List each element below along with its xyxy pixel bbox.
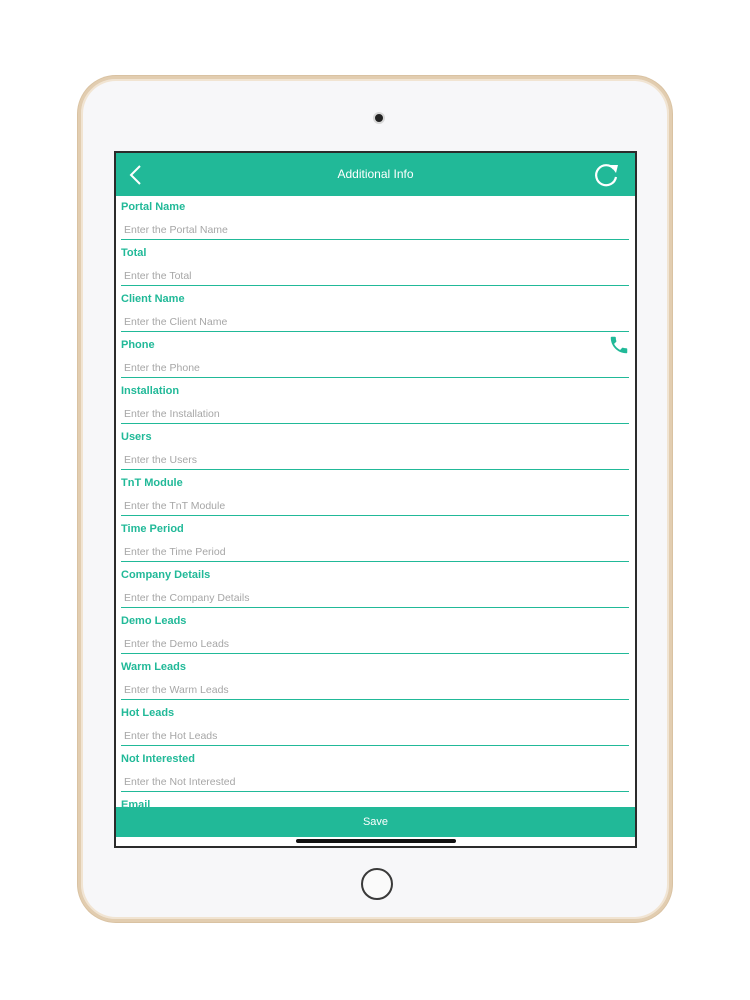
field-total: Total (116, 242, 635, 288)
home-indicator (296, 839, 456, 843)
field-label: Phone (121, 339, 155, 351)
field-label: Total (121, 247, 147, 259)
phone-input[interactable] (121, 358, 629, 378)
total-input[interactable] (121, 266, 629, 286)
field-time-period: Time Period (116, 518, 635, 564)
field-label: Company Details (121, 569, 211, 581)
field-label: Hot Leads (121, 707, 175, 719)
field-label: Time Period (121, 523, 184, 535)
field-label: Not Interested (121, 753, 195, 765)
home-button[interactable] (361, 868, 393, 900)
field-users: Users (116, 426, 635, 472)
navigation-bar: Additional Info (116, 153, 635, 196)
field-demo-leads: Demo Leads (116, 610, 635, 656)
hot-leads-input[interactable] (121, 726, 629, 746)
tnt-module-input[interactable] (121, 496, 629, 516)
not-interested-input[interactable] (121, 772, 629, 792)
field-tnt-module: TnT Module (116, 472, 635, 518)
field-hot-leads: Hot Leads (116, 702, 635, 748)
field-label: Email (121, 799, 151, 807)
field-client-name: Client Name (116, 288, 635, 334)
warm-leads-input[interactable] (121, 680, 629, 700)
company-details-input[interactable] (121, 588, 629, 608)
field-label: Warm Leads (121, 661, 187, 673)
demo-leads-input[interactable] (121, 634, 629, 654)
field-label: Demo Leads (121, 615, 187, 627)
time-period-input[interactable] (121, 542, 629, 562)
field-label: TnT Module (121, 477, 183, 489)
users-input[interactable] (121, 450, 629, 470)
app-screen: Additional Info Portal Name Total Client… (114, 151, 637, 848)
field-not-interested: Not Interested (116, 748, 635, 794)
field-warm-leads: Warm Leads (116, 656, 635, 702)
field-label: Client Name (121, 293, 185, 305)
field-label: Portal Name (121, 201, 186, 213)
page-title: Additional Info (337, 167, 414, 181)
camera-icon (375, 114, 383, 122)
field-portal-name: Portal Name (116, 196, 635, 242)
save-button[interactable]: Save (116, 807, 635, 837)
client-name-input[interactable] (121, 312, 629, 332)
refresh-icon[interactable] (592, 161, 620, 189)
field-email: Email (116, 794, 635, 807)
field-label: Installation (121, 385, 180, 397)
phone-icon[interactable] (608, 334, 630, 356)
field-company-details: Company Details (116, 564, 635, 610)
additional-info-form: Portal Name Total Client Name Phone Inst… (116, 196, 635, 807)
installation-input[interactable] (121, 404, 629, 424)
field-label: Users (121, 431, 152, 443)
field-installation: Installation (116, 380, 635, 426)
portal-name-input[interactable] (121, 220, 629, 240)
field-phone: Phone (116, 334, 635, 380)
